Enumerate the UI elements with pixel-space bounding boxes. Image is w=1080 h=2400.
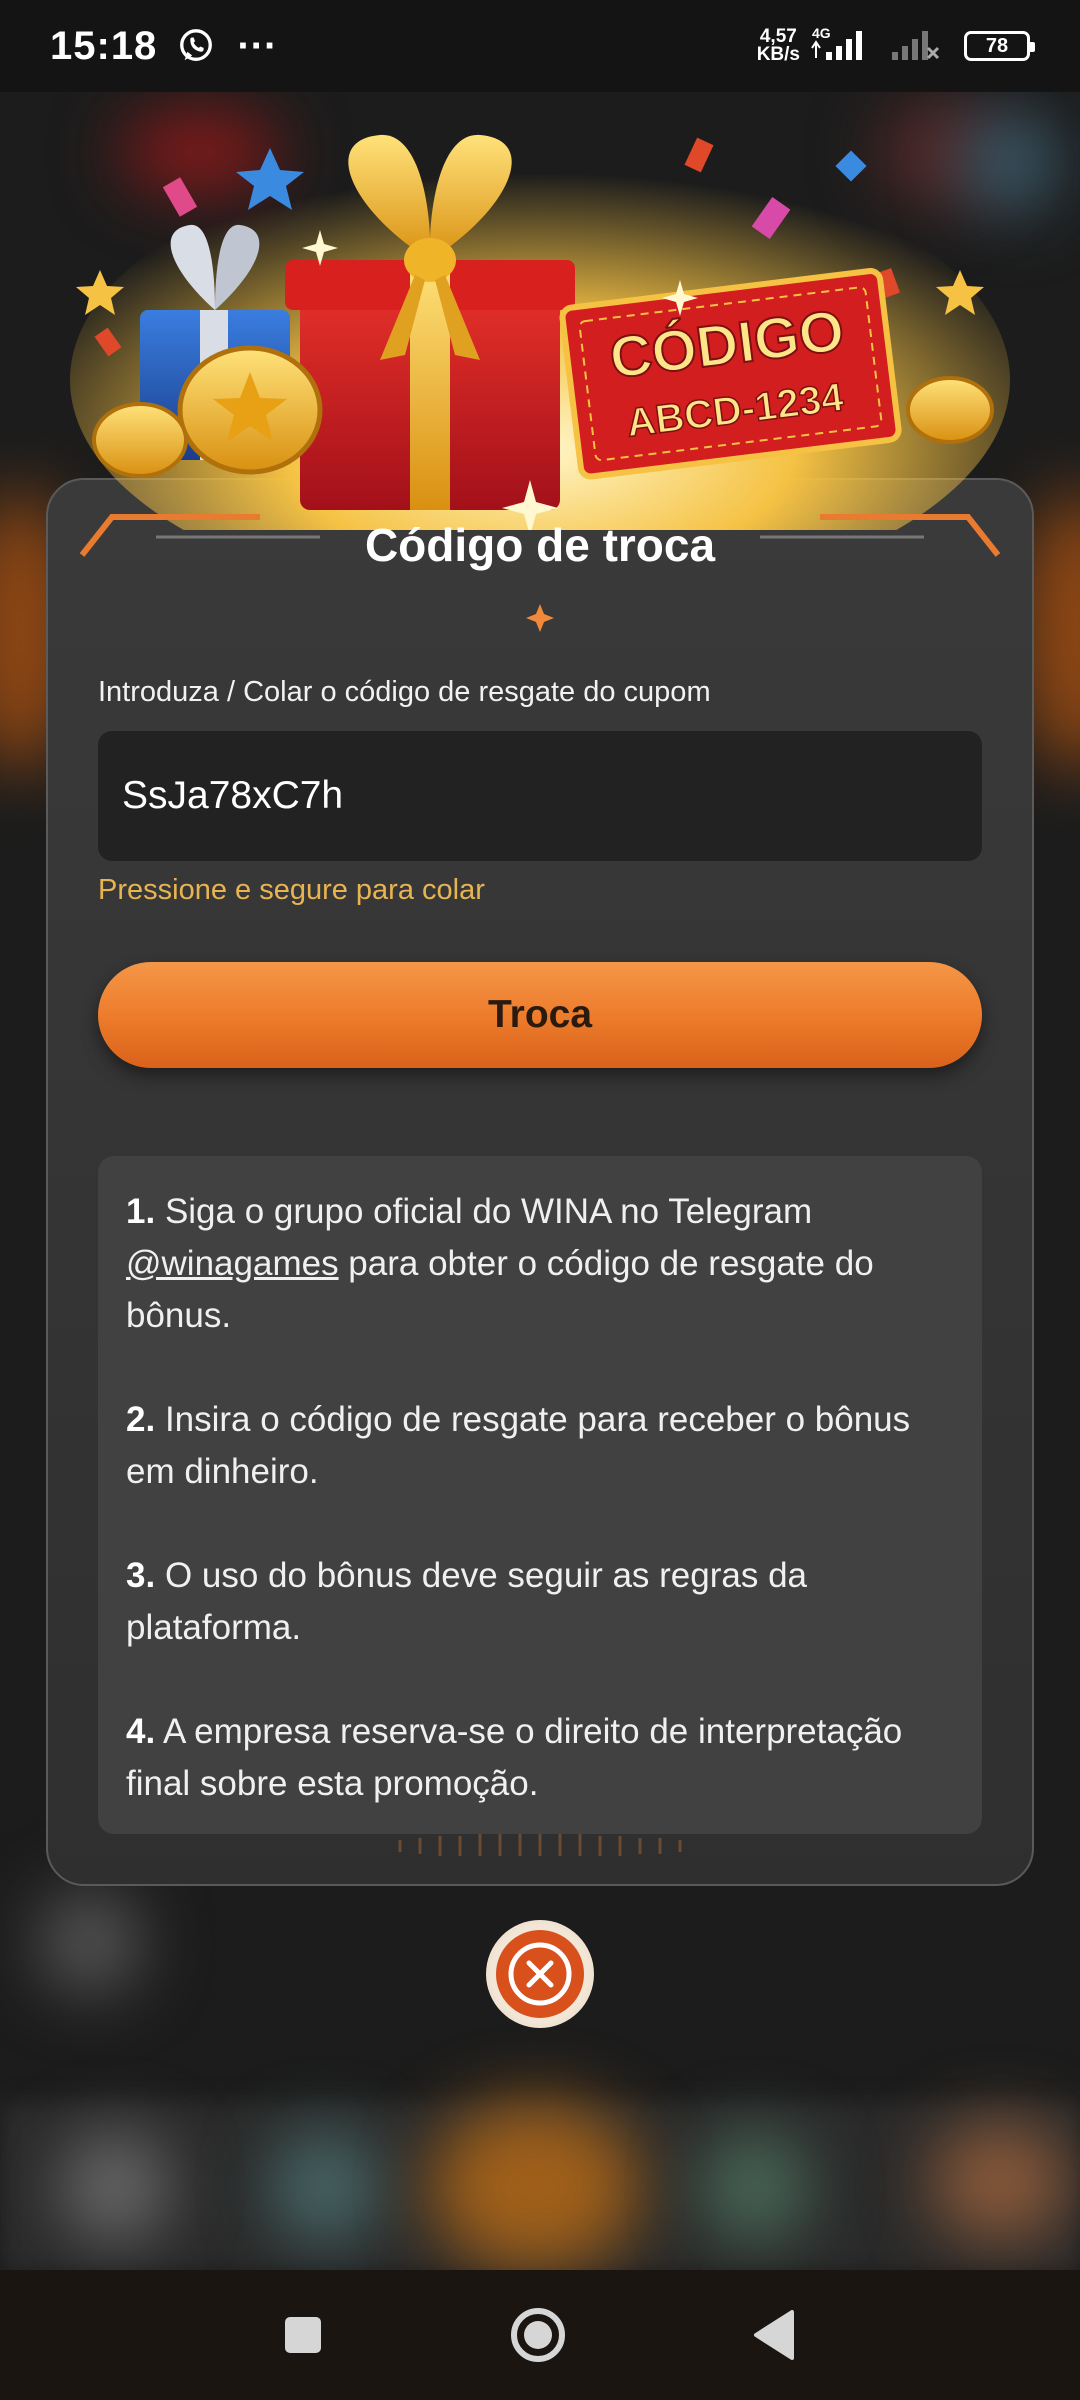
rule-text: O uso do bônus deve seguir as regras da … <box>126 1556 808 1647</box>
status-indicators: 4,57 KB/s 4G 78 <box>756 26 1035 66</box>
gift-banner-illustration: CÓDIGO ABCD-1234 <box>70 134 1010 530</box>
network-type: 4G <box>812 26 831 41</box>
status-bar: 15:18 ··· 4,57 KB/s 4G 78 <box>0 0 1080 92</box>
redeem-code-input[interactable] <box>98 731 982 861</box>
whatsapp-icon <box>180 29 213 61</box>
rule-number: 1. <box>126 1192 156 1231</box>
rule-text: Insira o código de resgate para receber … <box>126 1400 911 1491</box>
rule-number: 4. <box>126 1712 156 1751</box>
rule-item: 3. O uso do bônus deve seguir as regras … <box>126 1550 954 1654</box>
rules-box: 1. Siga o grupo oficial do WINA no Teleg… <box>98 1156 982 1834</box>
more-notifications-icon: ··· <box>237 24 278 68</box>
rule-number: 3. <box>126 1556 156 1595</box>
title-divider <box>130 604 950 632</box>
home-circle-icon <box>511 2308 565 2362</box>
system-nav-bar <box>0 2270 1080 2400</box>
network-speed-unit: KB/s <box>756 44 800 65</box>
recents-button[interactable] <box>273 2305 333 2365</box>
rule-number: 2. <box>126 1400 156 1439</box>
telegram-link[interactable]: @winagames <box>126 1244 339 1283</box>
back-triangle-icon <box>754 2310 794 2360</box>
network-speed: 4,57 KB/s <box>756 27 800 65</box>
paste-hint: Pressione e segure para colar <box>98 874 485 906</box>
redeem-button[interactable]: Troca <box>98 962 982 1068</box>
code-input-label: Introduza / Colar o código de resgate do… <box>98 676 711 708</box>
rule-item: 2. Insira o código de resgate para receb… <box>126 1394 954 1498</box>
status-time: 15:18 <box>50 23 158 68</box>
signal-no-sim-icon <box>892 31 940 60</box>
signal-icon: 4G <box>811 26 862 60</box>
recents-square-icon <box>285 2317 321 2353</box>
battery-icon: 78 <box>964 31 1035 61</box>
modal-title: Código de troca <box>364 519 716 571</box>
rule-item: 1. Siga o grupo oficial do WINA no Teleg… <box>126 1186 954 1342</box>
close-circle-icon <box>490 1924 590 2024</box>
rule-text: A empresa reserva-se o direito de interp… <box>126 1712 903 1803</box>
rule-item: 4. A empresa reserva-se o direito de int… <box>126 1706 954 1810</box>
scroll-indicator <box>398 1834 682 1856</box>
home-button[interactable] <box>508 2305 568 2365</box>
battery-level: 78 <box>985 34 1009 57</box>
back-button[interactable] <box>745 2305 805 2365</box>
rule-text: Siga o grupo oficial do WINA no Telegram <box>164 1192 813 1231</box>
close-button[interactable] <box>486 1920 594 2028</box>
